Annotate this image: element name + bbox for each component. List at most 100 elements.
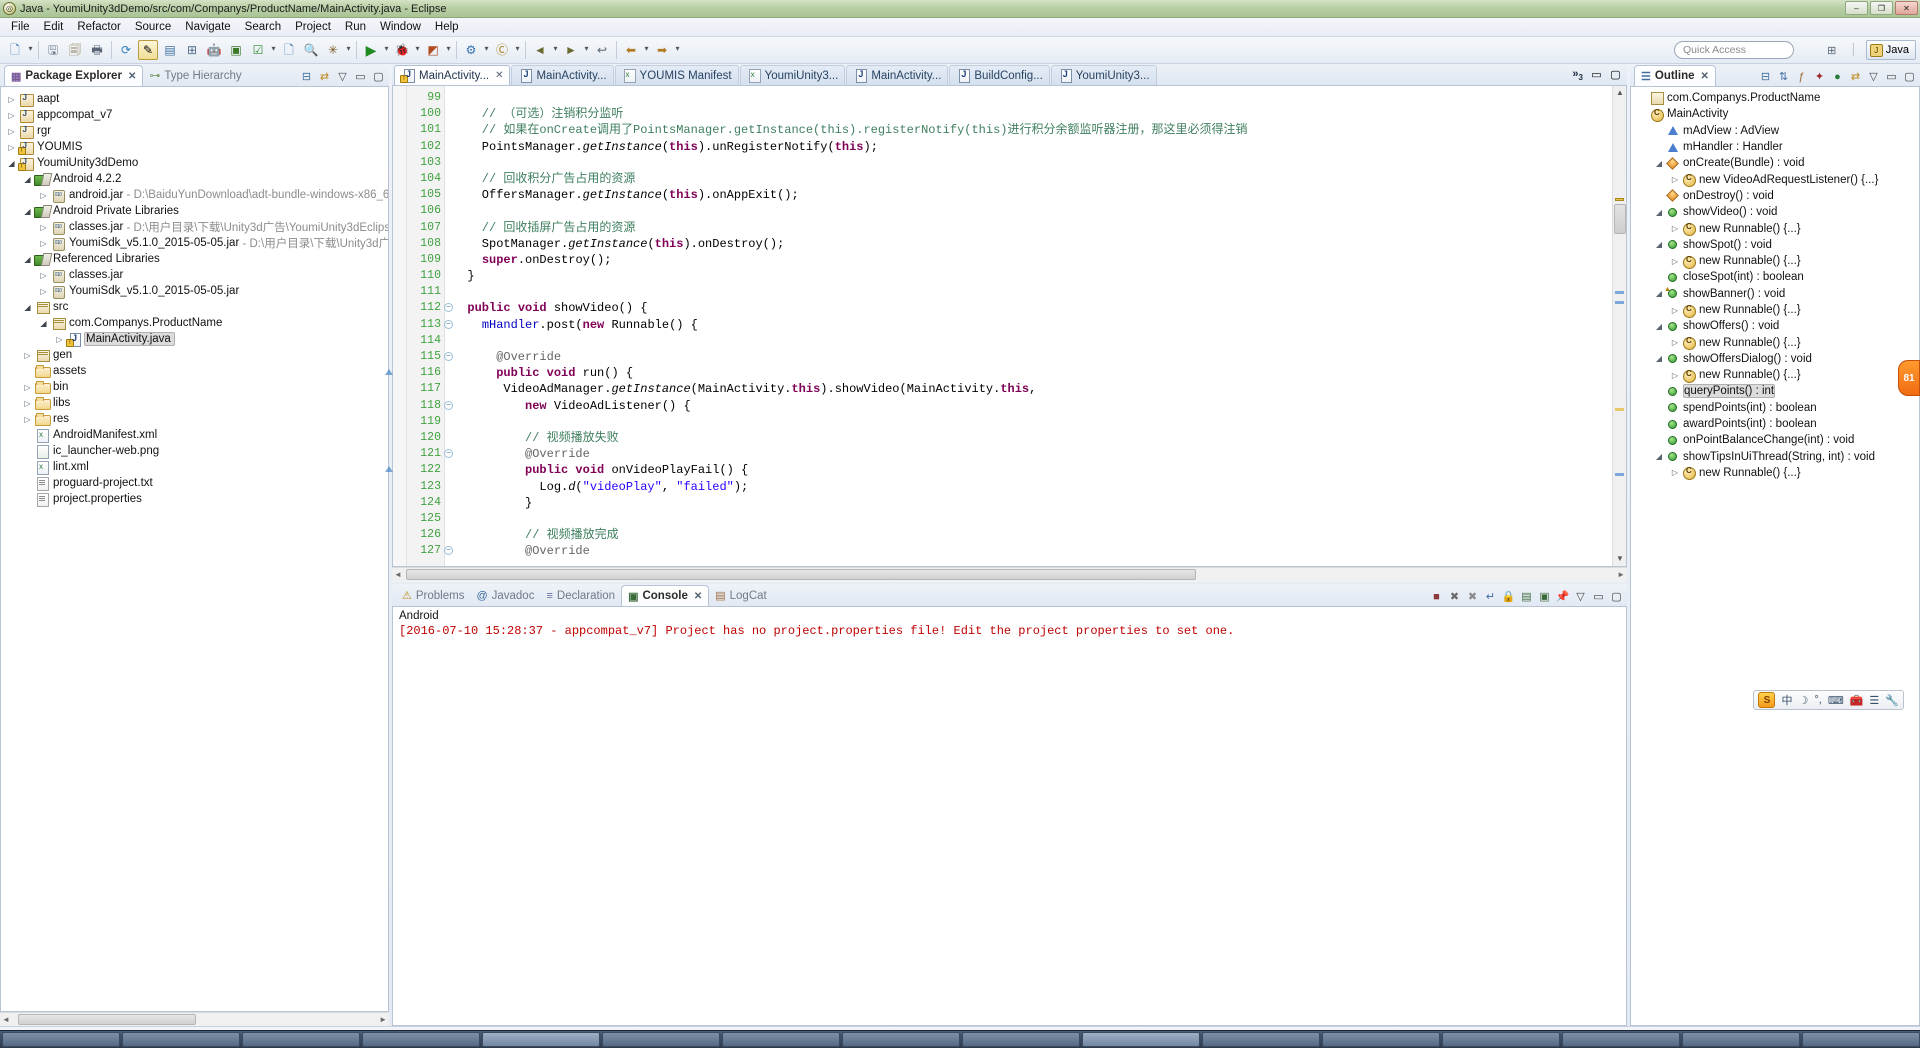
- search-icon[interactable]: 🔍: [301, 40, 321, 60]
- taskbar-item[interactable]: [1202, 1032, 1320, 1047]
- outline-item[interactable]: onPointBalanceChange(int) : void: [1631, 432, 1919, 448]
- tree-item[interactable]: ▷ classes.jar: [1, 267, 388, 283]
- new-class-icon[interactable]: Ⓒ: [492, 40, 512, 60]
- outline-item[interactable]: ◢ onCreate(Bundle) : void: [1631, 155, 1919, 171]
- overview-task-marker[interactable]: [1615, 291, 1624, 294]
- build-all-icon[interactable]: ⟳: [116, 40, 136, 60]
- outline-item[interactable]: mHandler : Handler: [1631, 139, 1919, 155]
- scroll-up-arrow-icon[interactable]: ▲: [1615, 88, 1625, 98]
- maximize-icon[interactable]: ▢: [1902, 69, 1917, 84]
- taskbar-item[interactable]: [1682, 1032, 1800, 1047]
- chevron-down-icon[interactable]: ◢: [1653, 240, 1665, 249]
- chevron-down-icon[interactable]: ◢: [21, 303, 34, 312]
- outline-item[interactable]: queryPoints() : int: [1631, 383, 1919, 399]
- close-icon[interactable]: ✕: [1701, 71, 1709, 82]
- tree-item[interactable]: proguard-project.txt: [1, 475, 388, 491]
- code-line[interactable]: // （可选）注销积分监听: [445, 106, 1612, 122]
- code-line[interactable]: mHandler.post(new Runnable() {: [445, 317, 1612, 333]
- menu-file[interactable]: File: [4, 19, 37, 35]
- taskbar-item[interactable]: [602, 1032, 720, 1047]
- tree-item[interactable]: ▷ res: [1, 411, 388, 427]
- maximize-icon[interactable]: ▢: [1609, 589, 1624, 604]
- taskbar-item[interactable]: [1082, 1032, 1200, 1047]
- code-line[interactable]: public void showVideo() {: [445, 300, 1612, 316]
- scrollbar-thumb[interactable]: [18, 1014, 196, 1025]
- floating-notification-badge[interactable]: 81: [1898, 360, 1920, 396]
- taskbar-item[interactable]: [242, 1032, 360, 1047]
- tree-item[interactable]: project.properties: [1, 491, 388, 507]
- forward-dropdown-icon[interactable]: ▾: [673, 44, 682, 57]
- open-task-dropdown-icon[interactable]: ▾: [344, 44, 353, 57]
- outline-item[interactable]: ▷ new Runnable() {...}: [1631, 302, 1919, 318]
- taskbar-item[interactable]: [482, 1032, 600, 1047]
- menu-navigate[interactable]: Navigate: [178, 19, 237, 35]
- editor-tab-5[interactable]: BuildConfig...: [949, 65, 1050, 85]
- taskbar-item[interactable]: [1802, 1032, 1920, 1047]
- coverage-dropdown-icon[interactable]: ▾: [444, 44, 453, 57]
- chevron-right-icon[interactable]: ▷: [21, 351, 34, 360]
- next-annotation-dropdown-icon[interactable]: ▾: [582, 44, 591, 57]
- settings-icon[interactable]: ☰: [1869, 694, 1879, 707]
- menu-search[interactable]: Search: [238, 19, 288, 35]
- code-line[interactable]: }: [445, 495, 1612, 511]
- debug-icon[interactable]: 🐞: [392, 40, 412, 60]
- chevron-right-icon[interactable]: ▷: [37, 191, 50, 200]
- java-editor-icon[interactable]: ✎: [138, 40, 158, 60]
- run-icon[interactable]: ▶: [361, 40, 381, 60]
- code-line[interactable]: // 视频播放完成: [445, 527, 1612, 543]
- chevron-down-icon[interactable]: ◢: [1653, 159, 1665, 168]
- chevron-right-icon[interactable]: ▷: [37, 223, 50, 232]
- tree-item[interactable]: ◢! YoumiUnity3dDemo: [1, 155, 388, 171]
- code-line[interactable]: public void run() {: [445, 365, 1612, 381]
- outline-item[interactable]: onDestroy() : void: [1631, 188, 1919, 204]
- code-line[interactable]: Log.d("videoPlay", "failed");: [445, 479, 1612, 495]
- tree-item[interactable]: ▷ appcompat_v7: [1, 107, 388, 123]
- chevron-right-icon[interactable]: ▷: [1669, 338, 1681, 347]
- tree-item[interactable]: ◢ com.Companys.ProductName: [1, 315, 388, 331]
- tree-item[interactable]: ▷ bin: [1, 379, 388, 395]
- tree-item[interactable]: AndroidManifest.xml: [1, 427, 388, 443]
- tree-item[interactable]: ▷ aapt: [1, 91, 388, 107]
- tree-item[interactable]: ▷ YoumiSdk_v5.1.0_2015-05-05.jar - D:\用户目…: [1, 235, 388, 251]
- next-annotation-icon[interactable]: ►: [561, 40, 581, 60]
- toolbox-icon[interactable]: 🧰: [1850, 694, 1864, 707]
- close-icon[interactable]: ✕: [128, 71, 136, 82]
- close-button[interactable]: ✕: [1895, 1, 1918, 15]
- last-edit-location-icon[interactable]: ↩: [592, 40, 612, 60]
- tree-item[interactable]: lint.xml: [1, 459, 388, 475]
- chevron-right-icon[interactable]: ▷: [5, 127, 18, 136]
- package-explorer-hscrollbar[interactable]: ◄ ►: [0, 1012, 389, 1026]
- display-selected-console-icon[interactable]: ▤: [1519, 589, 1534, 604]
- tab-outline[interactable]: ☰ Outline ✕: [1634, 65, 1716, 86]
- console-body[interactable]: Android [2016-07-10 15:28:37 - appcompat…: [392, 606, 1627, 1026]
- save-icon[interactable]: 🖫: [43, 40, 63, 60]
- editor-marker-ruler[interactable]: [393, 86, 407, 566]
- menu-project[interactable]: Project: [288, 19, 338, 35]
- tree-item[interactable]: ▷ gen: [1, 347, 388, 363]
- bottom-tab-console[interactable]: ▣ Console ✕: [621, 585, 710, 606]
- ime-toolbar[interactable]: S 中 ☽ °, ⌨ 🧰 ☰ 🔧: [1753, 690, 1904, 710]
- editor-vscrollbar[interactable]: ▲ ▼: [1612, 86, 1626, 566]
- package-explorer-tree[interactable]: ▷ aapt ▷ appcompat_v7 ▷ rgr ▷! YOUMIS ◢! YoumiUni…: [1, 87, 388, 507]
- code-line[interactable]: SpotManager.getInstance(this).onDestroy(…: [445, 236, 1612, 252]
- tree-item[interactable]: ▷! MainActivity.java: [1, 331, 388, 347]
- chevron-right-icon[interactable]: ▷: [1669, 224, 1681, 233]
- new-wizard-icon[interactable]: 🗋: [5, 40, 25, 60]
- menu-run[interactable]: Run: [338, 19, 373, 35]
- tree-item[interactable]: ic_launcher-web.png: [1, 443, 388, 459]
- maximize-icon[interactable]: ▢: [1608, 67, 1623, 82]
- outline-item[interactable]: ◢ showTipsInUiThread(String, int) : void: [1631, 449, 1919, 465]
- open-console-icon[interactable]: ▣: [1537, 589, 1552, 604]
- scrollbar-thumb[interactable]: [1614, 204, 1626, 234]
- code-line[interactable]: @Override: [445, 349, 1612, 365]
- code-line[interactable]: super.onDestroy();: [445, 252, 1612, 268]
- tree-item[interactable]: ◢ src: [1, 299, 388, 315]
- scroll-down-arrow-icon[interactable]: ▼: [1615, 554, 1625, 564]
- chevron-down-icon[interactable]: ◢: [21, 207, 34, 216]
- code-editor[interactable]: 99 100 101 102 103 104 105 106 107 108 109 110 111 11…: [385, 85, 1627, 567]
- chevron-right-icon[interactable]: ▷: [1669, 175, 1681, 184]
- editor-tab-1[interactable]: MainActivity...: [511, 65, 614, 85]
- previous-annotation-dropdown-icon[interactable]: ▾: [551, 44, 560, 57]
- code-line[interactable]: [445, 414, 1612, 430]
- open-task-icon[interactable]: ✳: [323, 40, 343, 60]
